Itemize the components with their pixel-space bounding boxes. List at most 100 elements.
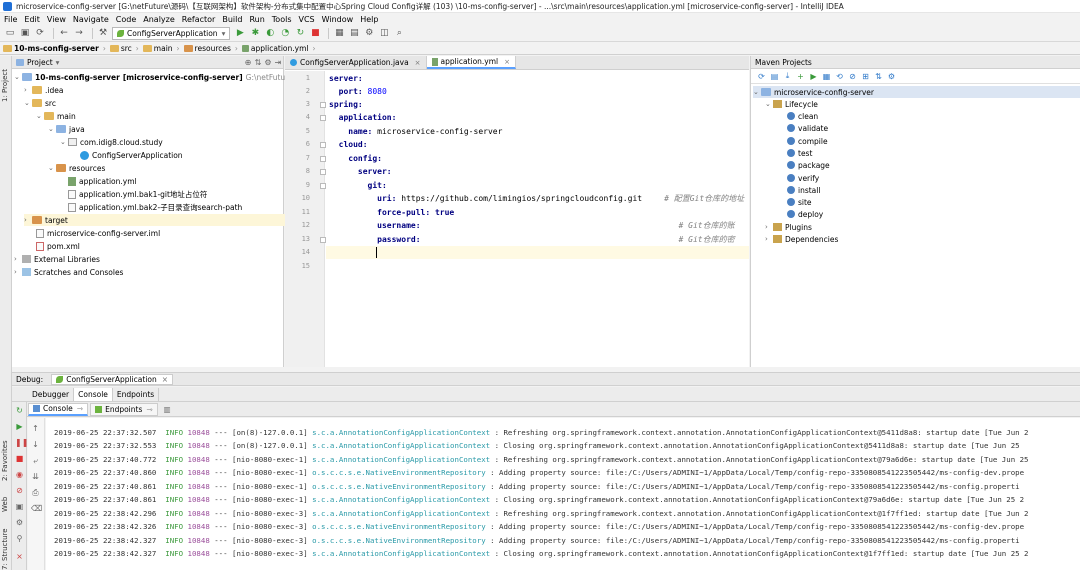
build-hammer-icon[interactable]: ⚒ [97,27,109,39]
menu-navigate[interactable]: Navigate [73,15,109,24]
chevron-right-icon[interactable]: › [765,223,773,231]
chevron-down-icon[interactable]: ⌄ [60,138,68,146]
menu-analyze[interactable]: Analyze [143,15,175,24]
show-dependencies-icon[interactable]: ⊞ [859,72,872,81]
maven-dependencies-node[interactable]: › Dependencies [765,233,838,245]
tree-item-main[interactable]: ⌄ main [36,110,76,122]
pin-icon[interactable]: ⇾ [77,404,83,413]
code-line[interactable]: application: [329,111,397,124]
breadcrumb-item[interactable]: 10-ms-config-server › [3,44,106,53]
chevron-down-icon[interactable]: ⌄ [765,100,773,108]
camera-icon[interactable]: ▣ [15,502,24,511]
back-arrow-icon[interactable]: ← [58,27,70,39]
tree-item-pom[interactable]: pom.xml [36,240,80,252]
fold-marker-icon[interactable] [320,156,326,162]
code-line[interactable]: git: [329,179,387,192]
coverage-icon[interactable]: ◐ [264,27,276,39]
chevron-right-icon[interactable]: › [24,216,32,224]
execute-goal-icon[interactable]: ▦ [820,72,833,81]
maven-goal-verify[interactable]: verify [787,172,819,184]
web-tool-tab[interactable]: Web [1,492,11,512]
chevron-right-icon[interactable]: › [24,86,32,94]
mute-breakpoints-icon[interactable]: ⊘ [15,486,24,495]
download-icon[interactable]: ⤓ [781,71,794,81]
gear-icon[interactable]: ⚙ [263,58,273,67]
menu-refactor[interactable]: Refactor [182,15,216,24]
sync-icon[interactable]: ⟳ [34,27,46,39]
chevron-down-icon[interactable]: ▾ [56,58,60,67]
chevron-down-icon[interactable]: ⌄ [36,112,44,120]
database-icon[interactable]: ◫ [378,27,390,39]
chevron-down-icon[interactable]: ⌄ [48,125,56,133]
scroll-to-end-icon[interactable]: ⇊ [31,472,40,481]
code-line[interactable]: cloud: [329,138,368,151]
scroll-up-icon[interactable]: ↑ [31,424,40,433]
stop-icon[interactable]: ■ [309,27,321,39]
project-view-selector[interactable]: Project [27,58,53,67]
fold-marker-icon[interactable] [320,237,326,243]
tree-item-root[interactable]: ⌄ 10-ms-config-server [microservice-conf… [14,71,328,83]
hide-icon[interactable]: ⇥ [273,58,283,67]
layout-icon[interactable]: ▥ [164,405,171,414]
close-icon[interactable]: × [162,375,168,384]
menu-code[interactable]: Code [116,15,136,24]
fold-marker-icon[interactable] [320,102,326,108]
project-structure-icon[interactable]: ▦ [333,27,345,39]
code-line[interactable]: server: [329,165,392,178]
fold-marker-icon[interactable] [320,115,326,121]
tree-item-scratches[interactable]: › Scratches and Consoles [14,266,123,278]
chevron-down-icon[interactable]: ⌄ [753,88,761,96]
soft-wrap-icon[interactable]: ⤶ [31,456,40,465]
tree-item-iml[interactable]: microservice-config-server.iml [36,227,160,239]
menu-vcs[interactable]: VCS [299,15,315,24]
menu-run[interactable]: Run [249,15,264,24]
run-configuration-select[interactable]: ConfigServerApplication ▾ [112,26,231,40]
tab-endpoints[interactable]: Endpoints [113,387,160,401]
chevron-right-icon[interactable]: › [14,268,22,276]
tree-item-idea[interactable]: › .idea [24,84,63,96]
code-line[interactable]: port: 8080 [329,85,387,98]
tab-debugger[interactable]: Debugger [28,387,75,401]
stop-icon[interactable]: ■ [15,454,24,463]
tab-endpoints-inner[interactable]: Endpoints ⇾ [90,402,158,416]
tree-item-bak1[interactable]: application.yml.bak1-git地址占位符 [68,188,207,200]
breadcrumb-item[interactable]: src › [109,44,139,53]
tab-console[interactable]: Console [74,387,113,401]
skip-tests-icon[interactable]: ⊘ [846,72,859,81]
generate-sources-icon[interactable]: ▤ [768,72,781,81]
add-icon[interactable]: + [794,72,807,81]
pause-icon[interactable]: ❚❚ [15,438,28,447]
menu-help[interactable]: Help [360,15,378,24]
favorites-tool-tab[interactable]: 2: Favorites [1,436,11,481]
run-icon[interactable]: ▶ [807,72,820,81]
tree-item-resources[interactable]: ⌄ resources [48,162,105,174]
maven-goal-clean[interactable]: clean [787,110,818,122]
maven-goal-test[interactable]: test [787,147,812,159]
code-line[interactable]: server: [329,72,363,85]
breadcrumb-item[interactable]: main › [142,44,180,53]
maven-goal-validate[interactable]: validate [787,122,828,134]
maven-goal-compile[interactable]: compile [787,135,828,147]
clear-all-icon[interactable]: ⌫ [31,504,42,513]
tree-item-java[interactable]: ⌄ java [48,123,85,135]
maven-plugins-node[interactable]: › Plugins [765,221,812,233]
menu-view[interactable]: View [47,15,66,24]
code-line[interactable]: password: # Git仓库的密 [329,233,734,246]
fold-marker-icon[interactable] [320,169,326,175]
collapse-all-icon[interactable]: ⇅ [253,58,263,67]
tree-item-class[interactable]: ConfigServerApplication [80,149,183,161]
run-icon[interactable]: ▶ [234,27,246,39]
code-line[interactable]: uri: https://github.com/limingios/spring… [329,192,744,205]
collapse-all-icon[interactable]: ⇅ [872,72,885,81]
close-icon[interactable]: × [415,59,421,67]
tree-item-application-yml[interactable]: application.yml [68,175,137,187]
reimport-icon[interactable]: ⟳ [755,72,768,81]
tree-item-target[interactable]: › target [24,214,294,226]
forward-arrow-icon[interactable]: → [73,27,85,39]
fold-marker-icon[interactable] [320,183,326,189]
maven-project-node[interactable]: ⌄ microservice-config-server [753,86,1080,98]
menu-build[interactable]: Build [222,15,242,24]
tab-console-inner[interactable]: Console ⇾ [28,402,89,416]
settings-icon[interactable]: ⚙ [363,27,375,39]
scroll-down-icon[interactable]: ↓ [31,440,40,449]
